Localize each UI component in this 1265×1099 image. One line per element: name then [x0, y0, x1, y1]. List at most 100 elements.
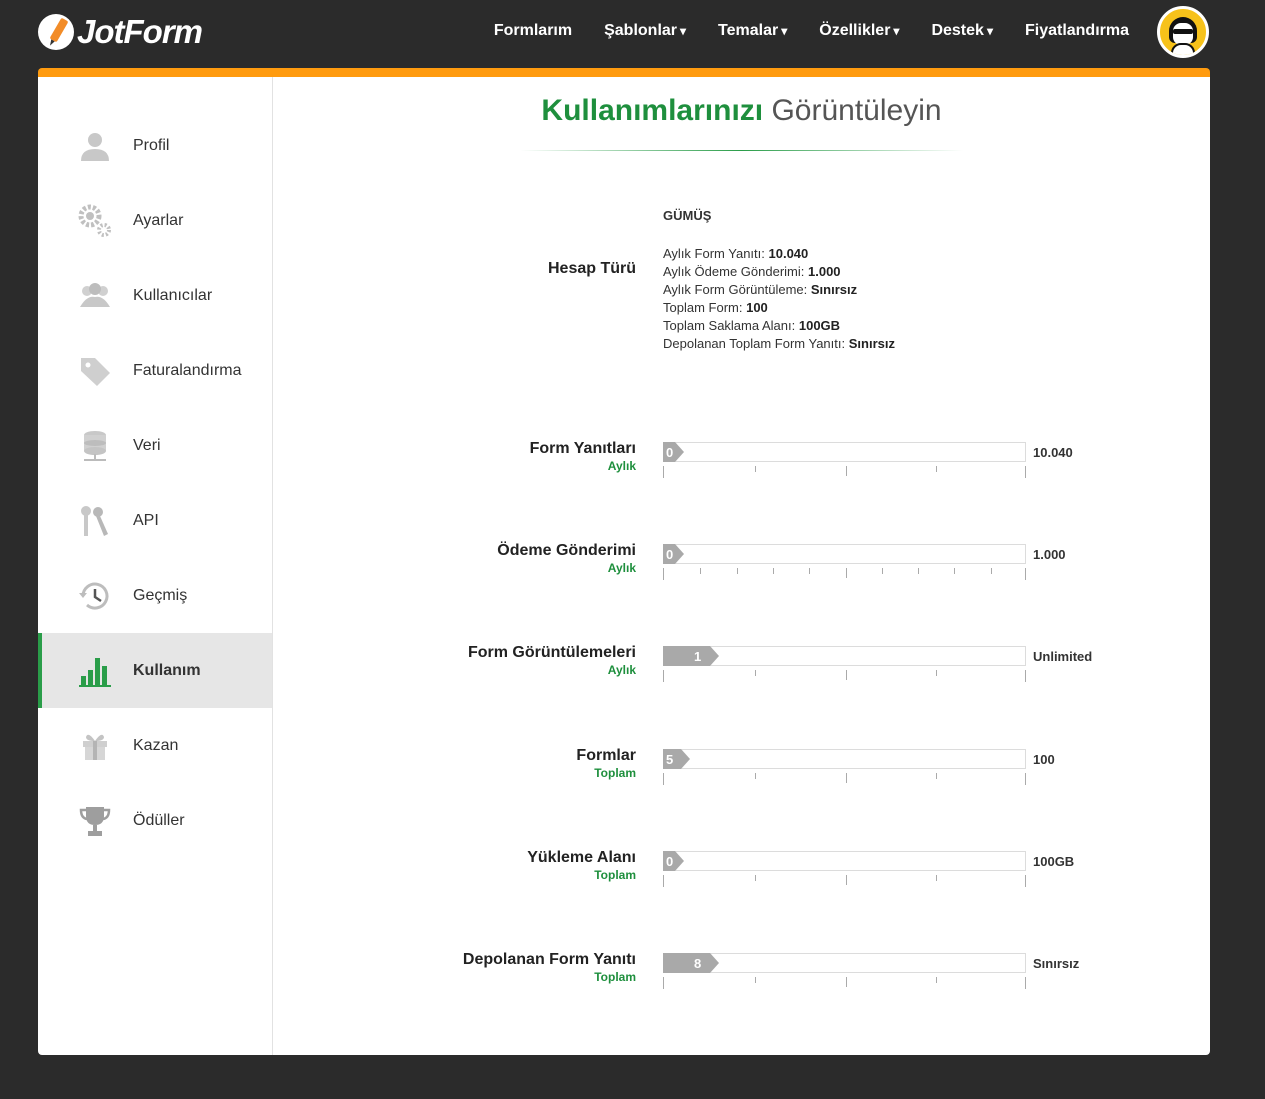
meter-period: Aylık [607, 561, 636, 575]
meter-period: Aylık [607, 663, 636, 677]
trophy-icon [79, 806, 111, 836]
sidebar: Profil Ayarlar Kullanıcılar Faturalandır… [38, 77, 273, 1055]
chevron-down-icon: ▾ [986, 24, 993, 38]
plan-limit-line: Toplam Saklama Alanı: 100GB [663, 318, 841, 333]
usage-meter: 0 [663, 851, 1026, 891]
user-icon [81, 132, 109, 161]
sidebar-item-gecmis[interactable]: Geçmiş [38, 558, 272, 633]
account-type-label: Hesap Türü [547, 260, 636, 277]
logo-pen-icon [38, 14, 74, 50]
meter-label: Depolanan Form Yanıtı Toplam [463, 951, 636, 984]
sidebar-item-label: Profil [133, 136, 170, 154]
usage-meter: 0 [663, 544, 1026, 584]
meter-label: Formlar Toplam [576, 747, 636, 780]
sidebar-item-profil[interactable]: Profil [38, 108, 272, 183]
sidebar-item-label: Ödüller [133, 811, 185, 829]
users-icon [80, 282, 110, 307]
plan-name: GÜMÜŞ [663, 208, 712, 223]
meter-ticks [663, 670, 1026, 682]
sidebar-item-kullanim[interactable]: Kullanım [38, 633, 272, 708]
tag-icon [81, 357, 110, 386]
meter-fill [663, 953, 719, 973]
meter-ticks [663, 977, 1026, 989]
nav-item-sablonlar[interactable]: Şablonlar ▾ [604, 22, 686, 40]
meter-period: Aylık [607, 459, 636, 473]
meter-ticks [663, 466, 1026, 478]
meter-period: Toplam [594, 868, 636, 882]
meter-used-value: 8 [694, 956, 702, 971]
nav-item-fiyatlandirma[interactable]: Fiyatlandırma [1025, 22, 1129, 40]
usage-meter: 8 [663, 953, 1026, 993]
bar-chart-icon [79, 657, 111, 687]
meter-title: Ödeme Gönderimi [497, 542, 636, 559]
meter-label: Form Yanıtları Aylık [530, 440, 636, 473]
sidebar-item-kazan[interactable]: Kazan [38, 708, 272, 783]
meter-used-value: 5 [666, 752, 674, 767]
keys-icon [81, 505, 108, 536]
meter-fill [663, 646, 719, 666]
meter-track [663, 851, 1026, 871]
meter-track [663, 544, 1026, 564]
meter-track [663, 749, 1026, 769]
meter-title: Formlar [576, 747, 636, 764]
sidebar-item-label: Kullanıcılar [133, 286, 213, 304]
database-icon [84, 430, 106, 461]
nav-item-formlarim[interactable]: Formlarım [494, 22, 572, 40]
history-icon [79, 582, 109, 610]
title-divider [520, 150, 963, 151]
gears-icon [78, 204, 111, 237]
plan-limit-line: Toplam Form: 100 [663, 300, 768, 315]
jotform-logo[interactable]: JotForm [38, 12, 203, 52]
nav-item-destek[interactable]: Destek ▾ [931, 22, 993, 40]
plan-limit-line: Aylık Form Yanıtı: 10.040 [663, 246, 809, 261]
nav-item-temalar[interactable]: Temalar ▾ [718, 22, 787, 40]
page-title: Kullanımlarınızı Görüntüleyin [541, 94, 942, 127]
sidebar-item-oduller[interactable]: Ödüller [38, 783, 272, 858]
meter-period: Toplam [594, 766, 636, 780]
plan-limit-line: Aylık Form Görüntüleme: Sınırsız [663, 282, 858, 297]
main-panel: Profil Ayarlar Kullanıcılar Faturalandır… [38, 68, 1210, 1055]
meter-title: Depolanan Form Yanıtı [462, 951, 636, 968]
logo-text: JotForm [77, 13, 203, 50]
meter-used-value: 0 [666, 854, 674, 869]
sidebar-item-kullanicilar[interactable]: Kullanıcılar [38, 258, 272, 333]
meter-max-value: Sınırsız [1033, 956, 1080, 971]
avatar[interactable] [1157, 6, 1209, 58]
sidebar-item-label: Kullanım [133, 661, 201, 679]
sidebar-item-faturalandirma[interactable]: Faturalandırma [38, 333, 272, 408]
main-nav: Formlarım Şablonlar ▾ Temalar ▾ Özellikler… [462, 22, 1129, 40]
meter-max-value: 100 [1033, 752, 1055, 767]
plan-limit-line: Depolanan Toplam Form Yanıtı: Sınırsız [663, 336, 895, 351]
meter-max-value: 1.000 [1033, 547, 1066, 562]
meter-title: Yükleme Alanı [527, 849, 636, 866]
sidebar-item-ayarlar[interactable]: Ayarlar [38, 183, 272, 258]
plan-limit-line: Aylık Ödeme Gönderimi: 1.000 [663, 264, 841, 279]
usage-meter: 0 [663, 442, 1026, 482]
sidebar-item-label: Veri [133, 436, 161, 454]
usage-meter: 1 [663, 646, 1026, 686]
sidebar-item-label: API [133, 511, 159, 529]
meter-label: Yükleme Alanı Toplam [527, 849, 636, 882]
meter-ticks [663, 773, 1026, 785]
plan-limits-list: Aylık Form Yanıtı: 10.040 Aylık Ödeme Gö… [663, 245, 895, 353]
meter-label: Ödeme Gönderimi Aylık [497, 542, 636, 575]
meter-used-value: 0 [666, 445, 674, 460]
meter-max-value: 100GB [1033, 854, 1075, 869]
meter-used-value: 1 [694, 649, 702, 664]
gift-icon [83, 734, 107, 760]
sidebar-item-veri[interactable]: Veri [38, 408, 272, 483]
meter-track [663, 442, 1026, 462]
meter-max-value: 10.040 [1033, 445, 1073, 460]
meter-ticks [663, 568, 1026, 580]
sidebar-item-label: Faturalandırma [133, 361, 242, 379]
sidebar-item-label: Geçmiş [133, 586, 188, 604]
sidebar-item-label: Ayarlar [133, 211, 184, 229]
nav-item-ozellikler[interactable]: Özellikler ▾ [819, 22, 899, 40]
meter-title: Form Görüntülemeleri [467, 644, 636, 661]
top-header: JotForm Formlarım Şablonlar ▾ Temalar ▾ Öz… [0, 0, 1265, 68]
usage-meter: 5 [663, 749, 1026, 789]
chevron-down-icon: ▾ [680, 24, 687, 38]
meter-used-value: 0 [666, 547, 674, 562]
sidebar-item-api[interactable]: API [38, 483, 272, 558]
meter-max-value: Unlimited [1033, 649, 1093, 664]
